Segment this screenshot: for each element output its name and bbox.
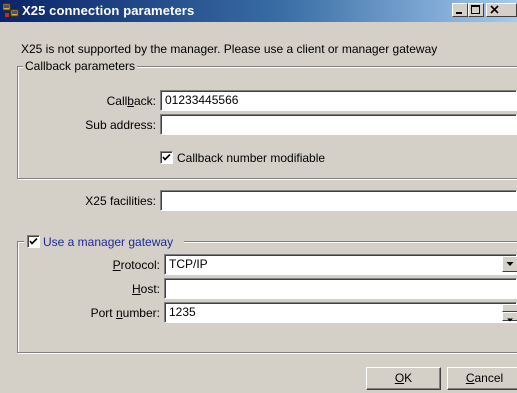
notice-text: X25 is not supported by the manager. Ple… bbox=[21, 42, 438, 56]
callback-group-legend: Callback parameters bbox=[23, 59, 138, 73]
sub-address-label: Sub address: bbox=[85, 118, 156, 132]
callback-modifiable-checkbox[interactable] bbox=[160, 151, 173, 164]
ok-button[interactable]: OK bbox=[366, 367, 441, 390]
minimize-icon bbox=[456, 12, 462, 14]
callback-label: Callback: bbox=[106, 94, 156, 108]
spin-down-button[interactable] bbox=[502, 312, 517, 322]
maximize-icon bbox=[471, 5, 480, 14]
checkmark-icon bbox=[162, 153, 171, 161]
x25-facilities-label: X25 facilities: bbox=[85, 194, 156, 208]
close-button[interactable] bbox=[486, 3, 517, 17]
chevron-down-icon bbox=[506, 262, 514, 266]
window-title: X25 connection parameters bbox=[22, 3, 195, 18]
ok-button-key: O bbox=[394, 371, 405, 385]
dialog-window: X25 connection parameters X25 is not sup… bbox=[0, 0, 517, 393]
sub-address-field[interactable] bbox=[160, 114, 517, 135]
use-gateway-label: Use a manager gateway bbox=[43, 235, 174, 249]
host-label: Host: bbox=[131, 282, 160, 296]
cancel-button-label: ancel bbox=[474, 371, 504, 385]
maximize-button[interactable] bbox=[468, 3, 484, 17]
protocol-label: Protocol: bbox=[112, 258, 160, 272]
callback-modifiable-label: Callback number modifiable bbox=[177, 151, 326, 165]
port-number-label: Port number: bbox=[90, 306, 160, 320]
network-computers-icon bbox=[3, 3, 19, 17]
host-field[interactable] bbox=[164, 278, 517, 299]
protocol-dropdown-button[interactable] bbox=[502, 256, 517, 272]
checkmark-icon bbox=[29, 237, 38, 245]
minimize-button[interactable] bbox=[452, 3, 468, 17]
callback-field[interactable]: 01233445566 bbox=[160, 90, 517, 111]
close-icon bbox=[490, 5, 499, 14]
port-number-spinner[interactable]: 1235 bbox=[164, 302, 517, 323]
title-bar[interactable]: X25 connection parameters bbox=[0, 0, 517, 22]
ok-button-label: K bbox=[404, 371, 413, 385]
protocol-select[interactable]: TCP/IP bbox=[164, 254, 517, 275]
use-gateway-checkbox[interactable] bbox=[27, 235, 40, 248]
spin-up-button[interactable] bbox=[502, 304, 517, 315]
cancel-button[interactable]: Cancel bbox=[447, 367, 517, 390]
x25-facilities-field[interactable] bbox=[160, 190, 517, 211]
arrow-down-icon bbox=[507, 318, 513, 322]
